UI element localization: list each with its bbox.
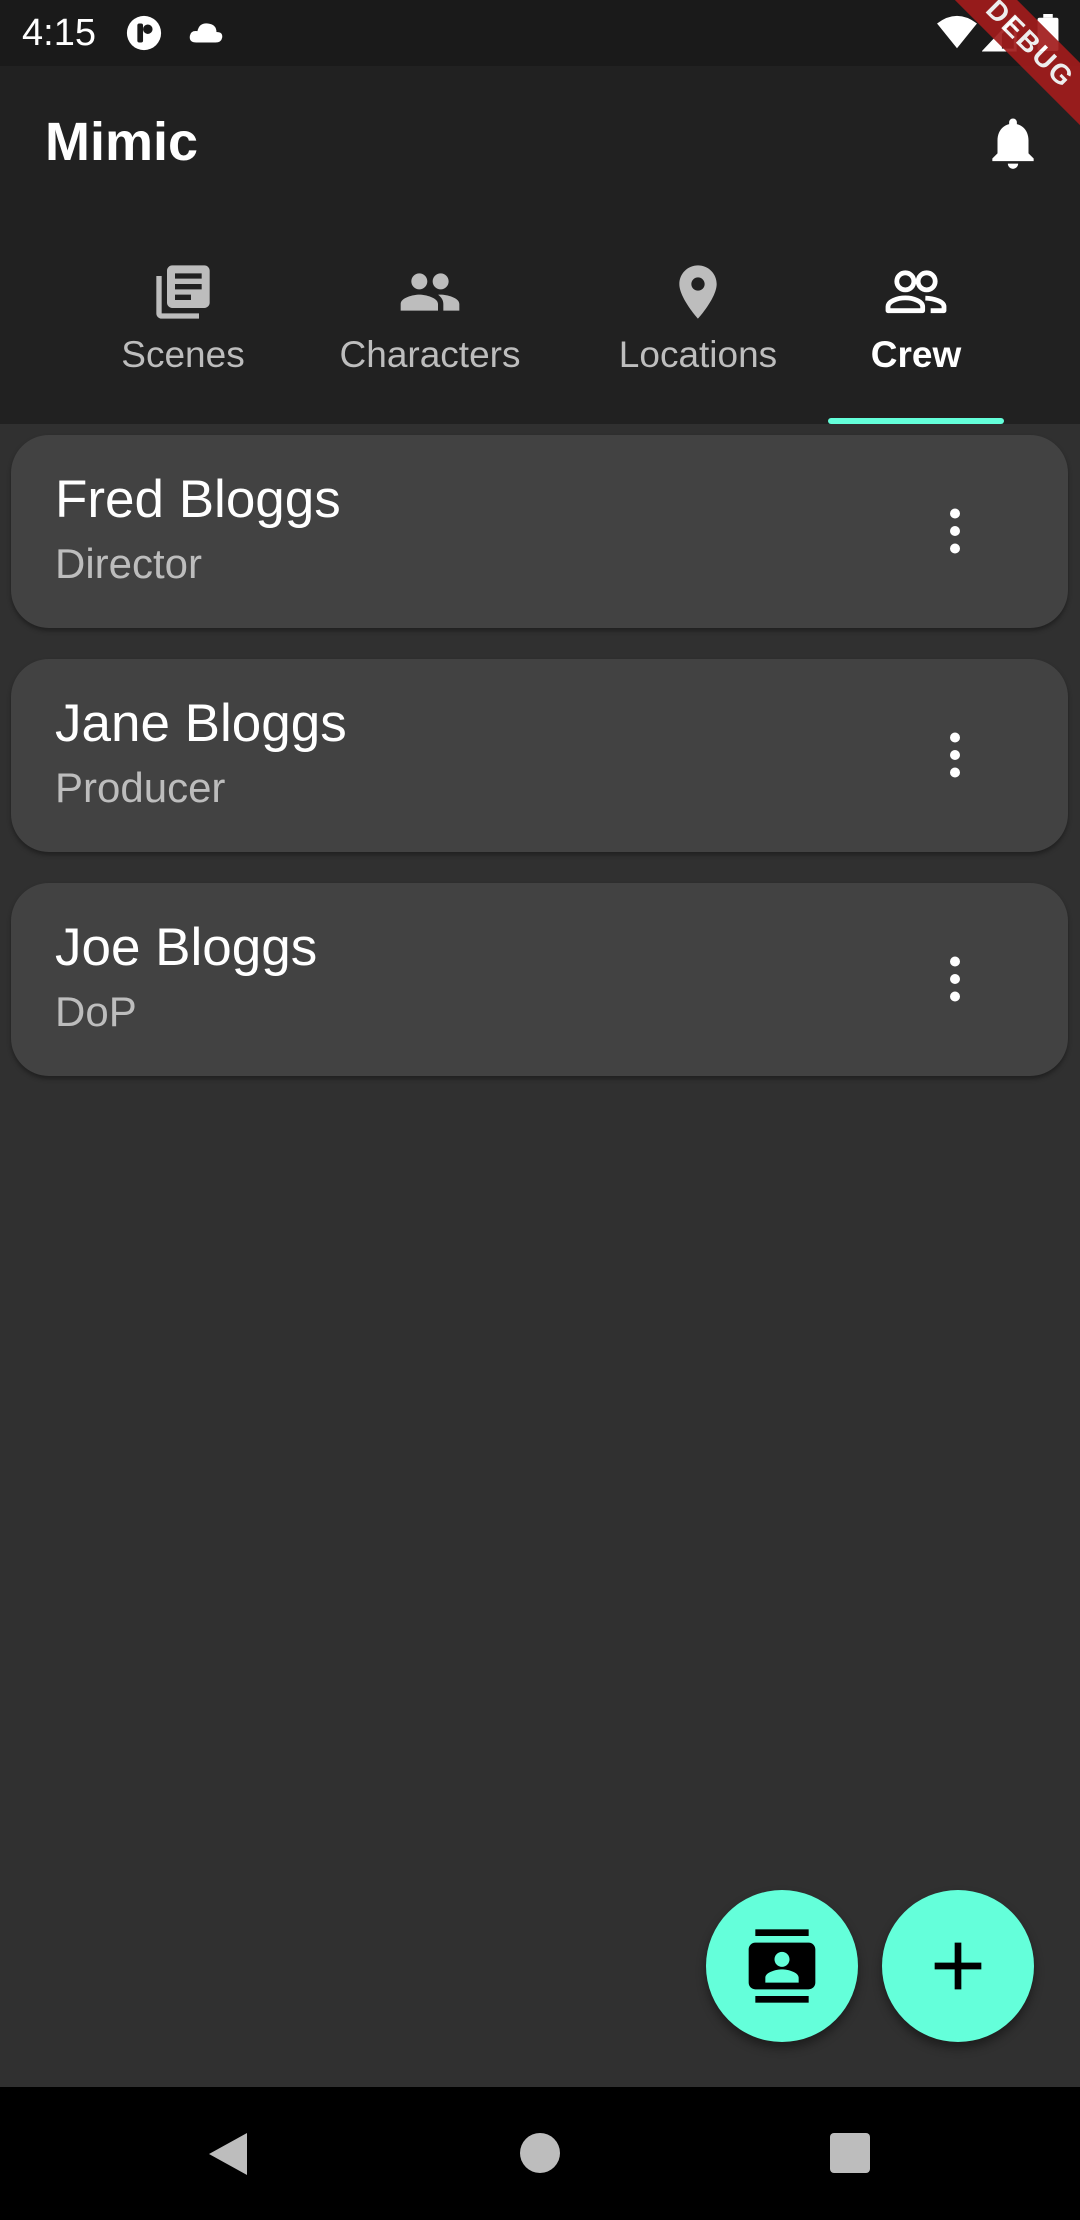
add-crew-fab[interactable] bbox=[882, 1890, 1034, 2042]
wifi-icon bbox=[937, 15, 977, 49]
more-vert-icon[interactable] bbox=[925, 725, 985, 785]
tab-scenes[interactable]: Scenes bbox=[92, 226, 274, 424]
crew-role: DoP bbox=[55, 988, 137, 1035]
app-bar: Mimic Scenes Characters Locations Crew bbox=[0, 66, 1080, 424]
status-time: 4:15 bbox=[22, 12, 96, 54]
plus-icon bbox=[934, 1942, 982, 1990]
tab-label-characters: Characters bbox=[339, 334, 521, 375]
tab-indicator bbox=[828, 418, 1004, 424]
cloud-icon bbox=[189, 23, 223, 43]
crew-card[interactable]: Joe Bloggs DoP bbox=[11, 883, 1068, 1076]
crew-role: Director bbox=[55, 540, 203, 587]
crew-name: Fred Bloggs bbox=[55, 470, 341, 529]
crew-name: Joe Bloggs bbox=[55, 918, 318, 977]
crew-card[interactable]: Fred Bloggs Director bbox=[11, 435, 1068, 628]
tab-label-locations: Locations bbox=[618, 334, 778, 375]
more-vert-icon[interactable] bbox=[925, 501, 985, 561]
contact-book-icon bbox=[748, 1929, 816, 2003]
status-bar: 4:15 bbox=[0, 0, 1080, 66]
tab-crew[interactable]: Crew bbox=[828, 226, 1004, 424]
app-title: Mimic bbox=[45, 112, 199, 172]
home-circle-icon[interactable] bbox=[518, 2131, 562, 2175]
notification-app-icon bbox=[126, 15, 162, 51]
crew-card[interactable]: Jane Bloggs Producer bbox=[11, 659, 1068, 852]
group-outline-icon bbox=[885, 270, 947, 314]
tab-label-scenes: Scenes bbox=[121, 334, 245, 375]
system-nav-bar bbox=[0, 2087, 1080, 2220]
tab-locations[interactable]: Locations bbox=[598, 226, 798, 424]
tab-characters[interactable]: Characters bbox=[322, 226, 538, 424]
tab-label-crew: Crew bbox=[870, 334, 962, 375]
back-triangle-icon[interactable] bbox=[203, 2129, 253, 2179]
screen: 4:15 Mimic Scenes Characters Locations C… bbox=[0, 0, 1080, 2220]
recents-square-icon[interactable] bbox=[829, 2132, 871, 2174]
contacts-fab[interactable] bbox=[706, 1890, 858, 2042]
location-pin-icon bbox=[679, 265, 717, 319]
crew-name: Jane Bloggs bbox=[55, 694, 347, 753]
more-vert-icon[interactable] bbox=[925, 949, 985, 1009]
tab-bar: Scenes Characters Locations Crew bbox=[0, 226, 1080, 424]
people-icon bbox=[400, 273, 460, 311]
crew-role: Producer bbox=[55, 764, 226, 811]
newspaper-icon bbox=[156, 265, 210, 319]
bell-icon[interactable] bbox=[982, 112, 1044, 174]
